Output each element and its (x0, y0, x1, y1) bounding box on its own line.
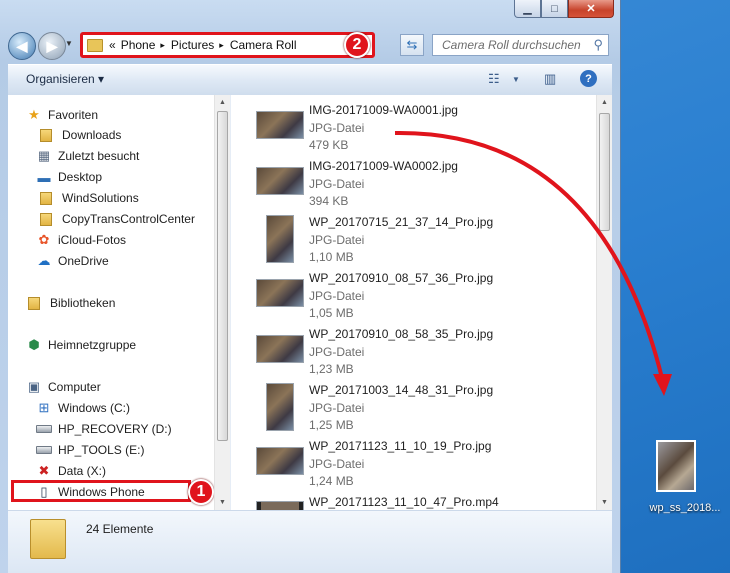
drag-arrow (394, 130, 672, 396)
arrow-curve (394, 130, 664, 379)
arrow-head-icon (653, 374, 672, 396)
